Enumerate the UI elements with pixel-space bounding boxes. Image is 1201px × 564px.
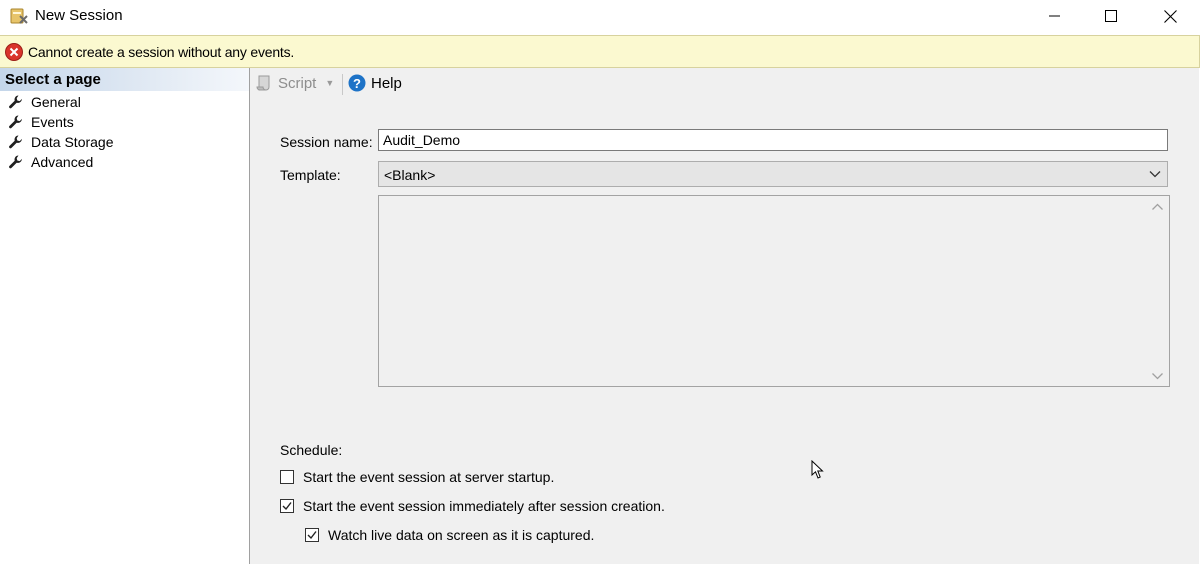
start-immediately-label: Start the event session immediately afte… [303, 498, 665, 514]
close-button[interactable] [1141, 0, 1199, 32]
template-label: Template: [280, 167, 341, 183]
close-icon [1163, 9, 1177, 23]
toolbar: Script ▼ ? Help [250, 68, 1199, 100]
sidebar-item-label: Advanced [31, 154, 94, 170]
session-name-label: Session name: [280, 134, 373, 150]
maximize-icon [1105, 10, 1117, 22]
minimize-icon [1049, 15, 1060, 17]
error-banner: Cannot create a session without any even… [0, 35, 1200, 68]
help-button[interactable]: ? Help [348, 74, 402, 92]
sidebar-item-general[interactable]: General [8, 92, 81, 112]
toolbar-separator [342, 74, 343, 95]
help-icon: ? [348, 74, 366, 92]
description-scrollbar[interactable] [1147, 196, 1169, 386]
session-app-icon [10, 8, 28, 24]
page-selector-pane: Select a page General Events Data Storag… [0, 68, 250, 564]
wrench-icon [9, 135, 22, 149]
chevron-down-icon[interactable]: ▼ [325, 78, 334, 88]
chevron-down-icon [1149, 171, 1161, 178]
watch-live-data-checkbox[interactable] [305, 528, 319, 542]
watch-live-data-label: Watch live data on screen as it is captu… [328, 527, 595, 543]
checkmark-icon [282, 502, 292, 511]
sidebar-item-advanced[interactable]: Advanced [8, 152, 93, 172]
template-description-box [378, 195, 1170, 387]
immediate-start-option[interactable]: Start the event session immediately afte… [280, 498, 665, 514]
schedule-label: Schedule: [280, 442, 343, 458]
start-immediately-checkbox[interactable] [280, 499, 294, 513]
wrench-icon [9, 115, 22, 129]
startup-option[interactable]: Start the event session at server startu… [280, 469, 554, 485]
wrench-icon [9, 95, 22, 109]
select-page-header: Select a page [0, 68, 249, 91]
general-page-panel: Script ▼ ? Help Session name: Template: … [250, 68, 1199, 564]
error-message: Cannot create a session without any even… [28, 44, 295, 60]
checkmark-icon [307, 531, 317, 540]
sidebar-item-events[interactable]: Events [8, 112, 74, 132]
script-label: Script [278, 74, 317, 92]
start-at-startup-label: Start the event session at server startu… [303, 469, 555, 485]
mouse-cursor-icon [811, 460, 824, 479]
svg-text:?: ? [353, 76, 361, 91]
script-icon [256, 75, 270, 91]
title-bar: New Session [0, 0, 1201, 34]
template-selected-value: <Blank> [384, 167, 436, 183]
scroll-up-icon[interactable] [1152, 203, 1163, 211]
maximize-button[interactable] [1082, 0, 1140, 32]
watch-live-option[interactable]: Watch live data on screen as it is captu… [305, 527, 594, 543]
wrench-icon [9, 155, 22, 169]
sidebar-item-label: Data Storage [31, 134, 114, 150]
sidebar-item-label: General [31, 94, 81, 110]
start-at-startup-checkbox[interactable] [280, 470, 294, 484]
help-label: Help [371, 74, 402, 92]
minimize-button[interactable] [1026, 0, 1084, 32]
error-icon [5, 43, 23, 61]
sidebar-item-label: Events [31, 114, 74, 130]
window-title: New Session [35, 7, 123, 24]
scroll-down-icon[interactable] [1152, 372, 1163, 380]
sidebar-item-data-storage[interactable]: Data Storage [8, 132, 114, 152]
template-select[interactable]: <Blank> [378, 161, 1168, 187]
script-button[interactable]: Script ▼ [255, 74, 334, 92]
session-name-input[interactable] [378, 129, 1168, 151]
